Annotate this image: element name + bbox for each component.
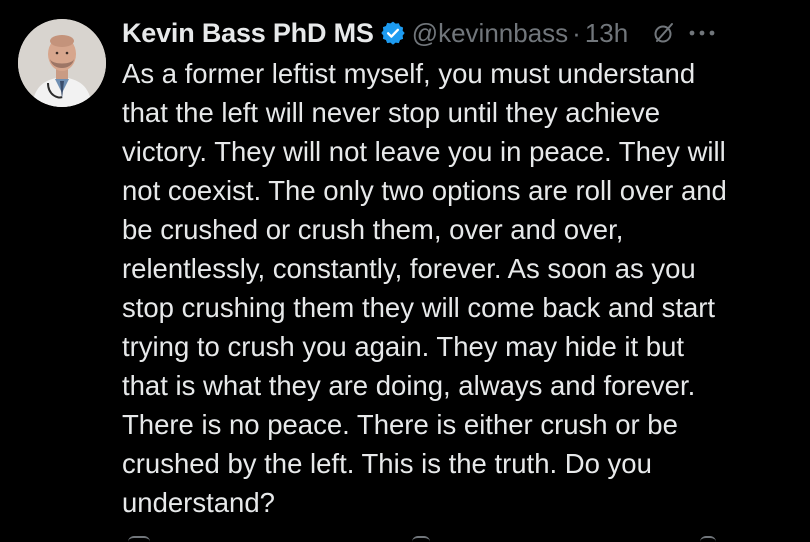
tweet-text-line: trying to crush you again. They may hide… [122, 331, 685, 362]
tweet-timestamp[interactable]: 13h [585, 18, 628, 49]
share-icon[interactable] [700, 536, 716, 542]
more-options-icon[interactable] [688, 21, 716, 45]
reply-icon[interactable] [128, 536, 150, 542]
tweet-text-line: not coexist. The only two options are ro… [122, 175, 727, 206]
tweet-text-line: As a former leftist myself, you must und… [122, 58, 696, 89]
grok-icon[interactable] [652, 21, 676, 45]
tweet-text-line: that is what they are doing, always and … [122, 370, 696, 401]
tweet[interactable]: Kevin Bass PhD MS @kevinnbass · 13h As a… [0, 0, 810, 540]
avatar-image [18, 19, 106, 107]
author-handle[interactable]: @kevinnbass [412, 18, 568, 49]
tweet-text-line: understand? [122, 487, 275, 518]
tweet-text-line: be crushed or crush them, over and over, [122, 214, 624, 245]
tweet-action-bar [0, 532, 810, 540]
tweet-text-line: relentlessly, constantly, forever. As so… [122, 253, 696, 284]
header-separator: · [572, 17, 581, 48]
tweet-text-line: stop crushing them they will come back a… [122, 292, 716, 323]
author-name[interactable]: Kevin Bass PhD MS [122, 18, 374, 49]
avatar[interactable] [18, 19, 106, 107]
tweet-text: As a former leftist myself, you must und… [122, 54, 802, 522]
like-icon[interactable] [412, 536, 430, 542]
tweet-text-line: victory. They will not leave you in peac… [122, 136, 726, 167]
tweet-text-line: that the left will never stop until they… [122, 97, 661, 128]
tweet-text-line: crushed by the left. This is the truth. … [122, 448, 652, 479]
tweet-text-line: There is no peace. There is either crush… [122, 409, 678, 440]
tweet-header: Kevin Bass PhD MS @kevinnbass · 13h [122, 14, 802, 52]
tweet-content: Kevin Bass PhD MS @kevinnbass · 13h As a… [122, 14, 802, 522]
verified-badge-icon [380, 20, 406, 46]
